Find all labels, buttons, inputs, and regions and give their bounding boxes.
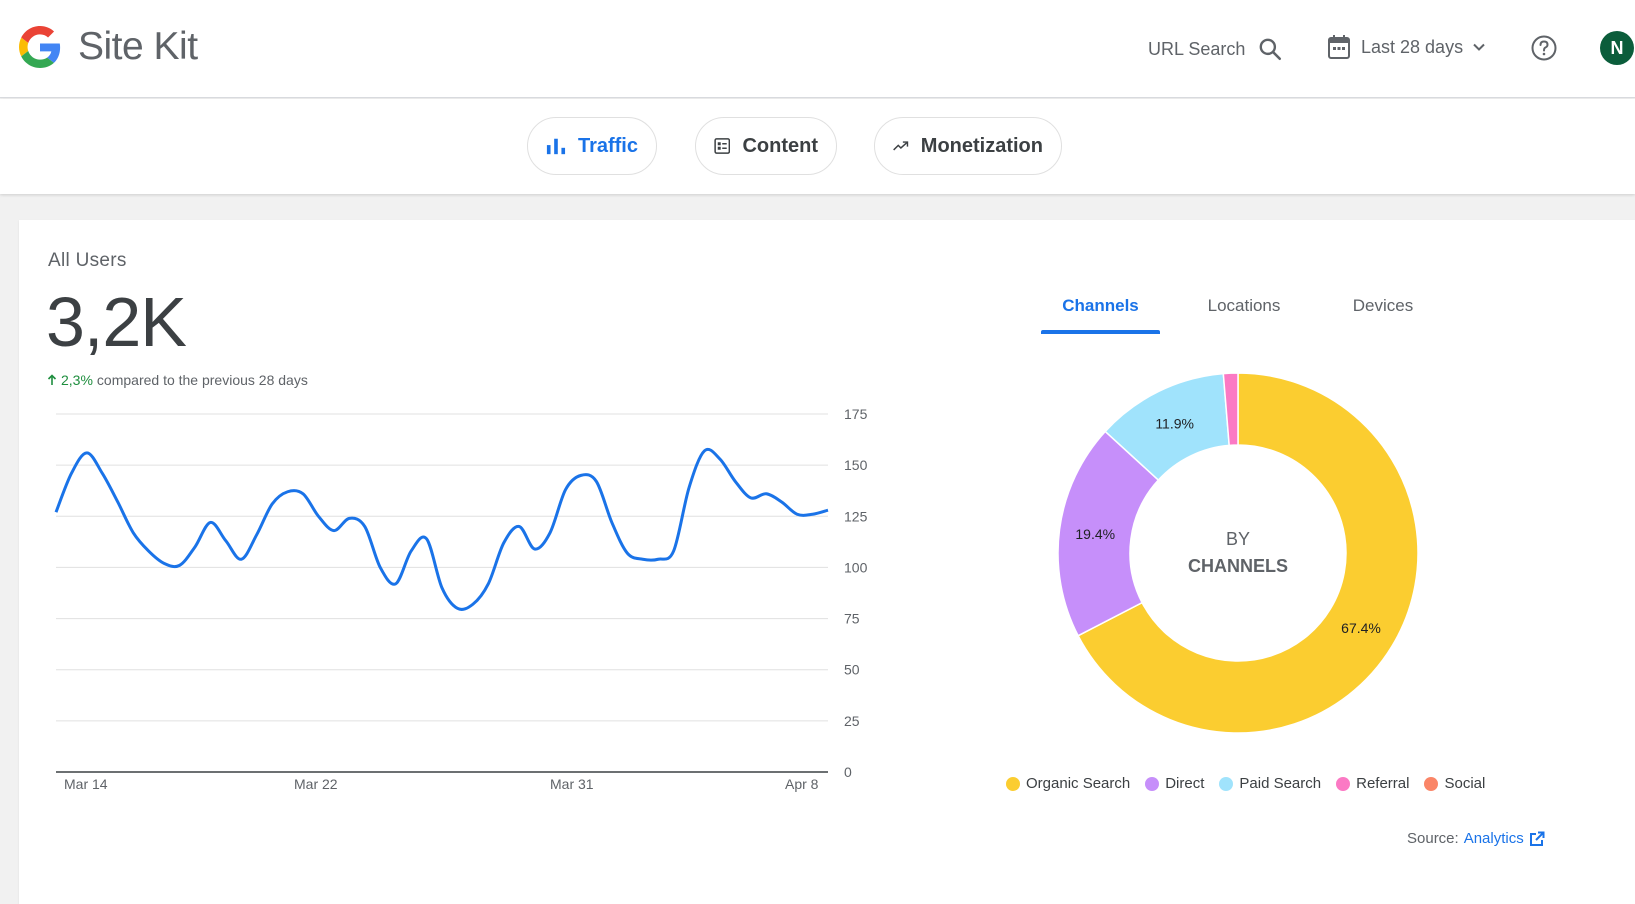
x-tick-label: Mar 31 (550, 776, 594, 792)
change-value: 2,3% (61, 372, 93, 388)
legend-dot (1006, 776, 1020, 791)
y-tick-label: 100 (844, 559, 868, 575)
external-link-icon[interactable] (1529, 831, 1545, 847)
legend-item-organic-search[interactable]: Organic Search (1006, 775, 1130, 792)
change-text: compared to the previous 28 days (96, 372, 308, 388)
legend-item-direct[interactable]: Direct (1145, 775, 1204, 792)
legend-label: Direct (1165, 775, 1205, 792)
y-tick-label: 0 (844, 764, 852, 780)
y-tick-label: 25 (844, 713, 860, 729)
chevron-down-icon (1473, 43, 1485, 51)
legend-item-paid-search[interactable]: Paid Search (1219, 775, 1321, 792)
users-line-chart: 175 150 125 100 75 50 25 0 Mar 14 Mar 22 Mar 31 Apr… (54, 406, 868, 792)
bar-chart-icon (546, 138, 566, 155)
arrow-up-icon (47, 374, 57, 385)
tab-traffic-label: Traffic (577, 134, 638, 157)
url-search-button[interactable]: URL Search (1148, 36, 1283, 62)
y-tick-label: 50 (844, 662, 860, 678)
legend-item-social[interactable]: Social (1424, 775, 1485, 792)
legend-dot (1336, 776, 1351, 791)
legend-label: Paid Search (1239, 775, 1322, 792)
data-source: Source: Analytics (1407, 830, 1545, 847)
slice-label: 19.4% (1075, 526, 1115, 542)
tab-content-label: Content (742, 134, 818, 157)
analytics-link[interactable]: Analytics (1464, 830, 1524, 847)
search-icon (1259, 38, 1282, 61)
date-range-selector[interactable]: Last 28 days (1327, 34, 1485, 60)
tab-monetization-label: Monetization (920, 134, 1043, 157)
x-tick-label: Mar 22 (294, 776, 338, 792)
top-header: Site Kit URL Search Last 28 days N (0, 0, 1635, 98)
tab-content[interactable]: Content (695, 117, 837, 175)
navigation-tabs: Traffic Content Monetization (0, 99, 1635, 194)
widget-title: All Users (48, 250, 127, 271)
legend-dot (1145, 776, 1160, 791)
slice-label: 11.9% (1155, 416, 1194, 432)
channels-donut-chart: 67.4% 19.4% 11.9% BY CHANNELS (1057, 372, 1419, 734)
tab-channels[interactable]: Channels (1041, 296, 1160, 334)
legend-label: Referral (1356, 775, 1410, 792)
chart-legend: Organic Search Direct Paid Search Referr… (1006, 775, 1485, 792)
x-tick-label: Mar 14 (64, 776, 108, 792)
legend-label: Social (1444, 775, 1486, 792)
url-search-label: URL Search (1148, 38, 1246, 59)
slice-label: 67.4% (1341, 620, 1381, 636)
donut-center-label-top: BY (1226, 529, 1250, 549)
app-name: Site Kit (78, 25, 198, 68)
users-series-line (54, 447, 829, 611)
calendar-icon (1328, 35, 1350, 59)
legend-item-referral[interactable]: Referral (1336, 775, 1409, 792)
y-tick-label: 125 (844, 508, 868, 524)
tab-devices[interactable]: Devices (1324, 296, 1442, 334)
trending-up-icon (893, 141, 909, 151)
content-list-icon (714, 138, 731, 154)
tab-monetization[interactable]: Monetization (874, 117, 1062, 175)
y-tick-label: 75 (844, 611, 860, 627)
y-tick-label: 175 (844, 406, 868, 422)
donut-center-label-bottom: CHANNELS (1188, 556, 1288, 576)
legend-label: Organic Search (1026, 775, 1131, 792)
date-range-label: Last 28 days (1361, 36, 1464, 57)
change-summary: 2,3% compared to the previous 28 days (47, 372, 308, 388)
google-logo-icon (19, 26, 61, 68)
tab-locations[interactable]: Locations (1184, 296, 1304, 334)
users-total-value: 3,2K (46, 283, 187, 361)
help-icon[interactable] (1531, 35, 1557, 61)
user-avatar[interactable]: N (1600, 31, 1634, 65)
x-tick-label: Apr 8 (785, 776, 819, 792)
source-prefix: Source: (1407, 830, 1459, 847)
legend-dot (1219, 776, 1234, 791)
dimension-tabs: Channels Locations Devices (1040, 296, 1440, 334)
y-tick-label: 150 (844, 457, 868, 473)
legend-dot (1424, 776, 1439, 791)
tab-traffic[interactable]: Traffic (527, 117, 657, 175)
